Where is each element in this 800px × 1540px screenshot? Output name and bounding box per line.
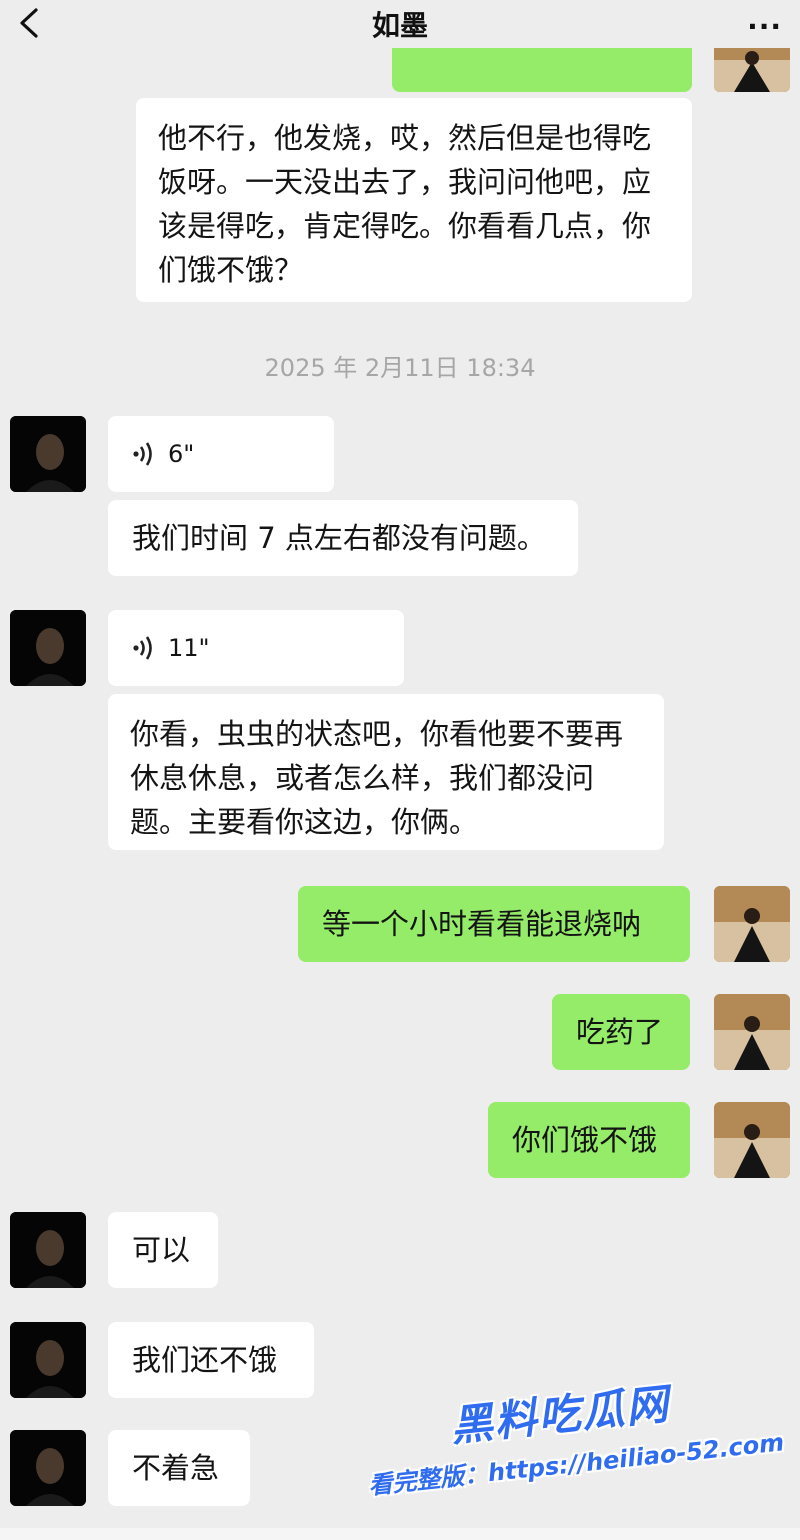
avatar-self[interactable] bbox=[714, 886, 790, 962]
avatar-contact-image bbox=[10, 1430, 86, 1506]
timestamp: 2025 年 2月11日 18:34 bbox=[264, 354, 536, 382]
message-bubble[interactable]: 你们饿不饿 bbox=[488, 1102, 690, 1178]
avatar-contact[interactable] bbox=[10, 1430, 86, 1506]
message-text: 吃药了 bbox=[576, 1015, 664, 1049]
voice-duration: 11" bbox=[168, 634, 210, 662]
message-text: 不着急 bbox=[132, 1451, 220, 1485]
chat-header: 如墨 ··· bbox=[0, 0, 800, 48]
message-bubble[interactable]: 他不行，他发烧，哎，然后但是也得吃饭呀。一天没出去了，我问问他吧，应该是得吃，肯… bbox=[136, 98, 692, 302]
message-bubble[interactable]: 可以 bbox=[108, 1212, 218, 1288]
chat-area: 他不行，他发烧，哎，然后但是也得吃饭呀。一天没出去了，我问问他吧，应该是得吃，肯… bbox=[0, 0, 800, 1540]
message-bubble[interactable]: 你看，虫虫的状态吧，你看他要不要再休息休息，或者怎么样，我们都没问题。主要看你这… bbox=[108, 694, 664, 850]
avatar-self[interactable] bbox=[714, 994, 790, 1070]
message-bubble[interactable]: 吃药了 bbox=[552, 994, 690, 1070]
voice-duration: 6" bbox=[168, 440, 195, 468]
avatar-contact-image bbox=[10, 1212, 86, 1288]
avatar-contact-image bbox=[10, 610, 86, 686]
message-text: 我们时间 7 点左右都没有问题。 bbox=[132, 521, 546, 555]
back-arrow-icon[interactable] bbox=[14, 6, 44, 40]
message-text: 等一个小时看看能退烧呐 bbox=[322, 907, 642, 941]
message-text: 你们饿不饿 bbox=[512, 1123, 658, 1157]
avatar-self-image bbox=[714, 1102, 790, 1178]
message-bubble[interactable]: 我们时间 7 点左右都没有问题。 bbox=[108, 500, 578, 576]
avatar-self-image bbox=[714, 994, 790, 1070]
voice-message[interactable]: 11" bbox=[108, 610, 404, 686]
avatar-contact[interactable] bbox=[10, 1212, 86, 1288]
avatar-contact-image bbox=[10, 1322, 86, 1398]
avatar-contact-image bbox=[10, 416, 86, 492]
voice-wave-icon bbox=[133, 442, 152, 466]
avatar-contact[interactable] bbox=[10, 416, 86, 492]
more-options-icon[interactable]: ··· bbox=[747, 10, 782, 43]
avatar-self[interactable] bbox=[714, 1102, 790, 1178]
message-bubble[interactable]: 不着急 bbox=[108, 1430, 250, 1506]
message-bubble[interactable]: 我们还不饿 bbox=[108, 1322, 314, 1398]
message-text: 我们还不饿 bbox=[132, 1343, 278, 1377]
voice-wave-icon bbox=[133, 636, 152, 660]
message-text: 他不行，他发烧，哎，然后但是也得吃饭呀。一天没出去了，我问问他吧，应该是得吃，肯… bbox=[158, 121, 652, 287]
message-bubble[interactable]: 等一个小时看看能退烧呐 bbox=[298, 886, 690, 962]
avatar-contact[interactable] bbox=[10, 610, 86, 686]
avatar-self-image bbox=[714, 886, 790, 962]
avatar-contact[interactable] bbox=[10, 1322, 86, 1398]
message-text: 你看，虫虫的状态吧，你看他要不要再休息休息，或者怎么样，我们都没问题。主要看你这… bbox=[130, 717, 624, 839]
message-text: 可以 bbox=[132, 1233, 191, 1267]
voice-message[interactable]: 6" bbox=[108, 416, 334, 492]
chat-title: 如墨 bbox=[371, 9, 428, 42]
